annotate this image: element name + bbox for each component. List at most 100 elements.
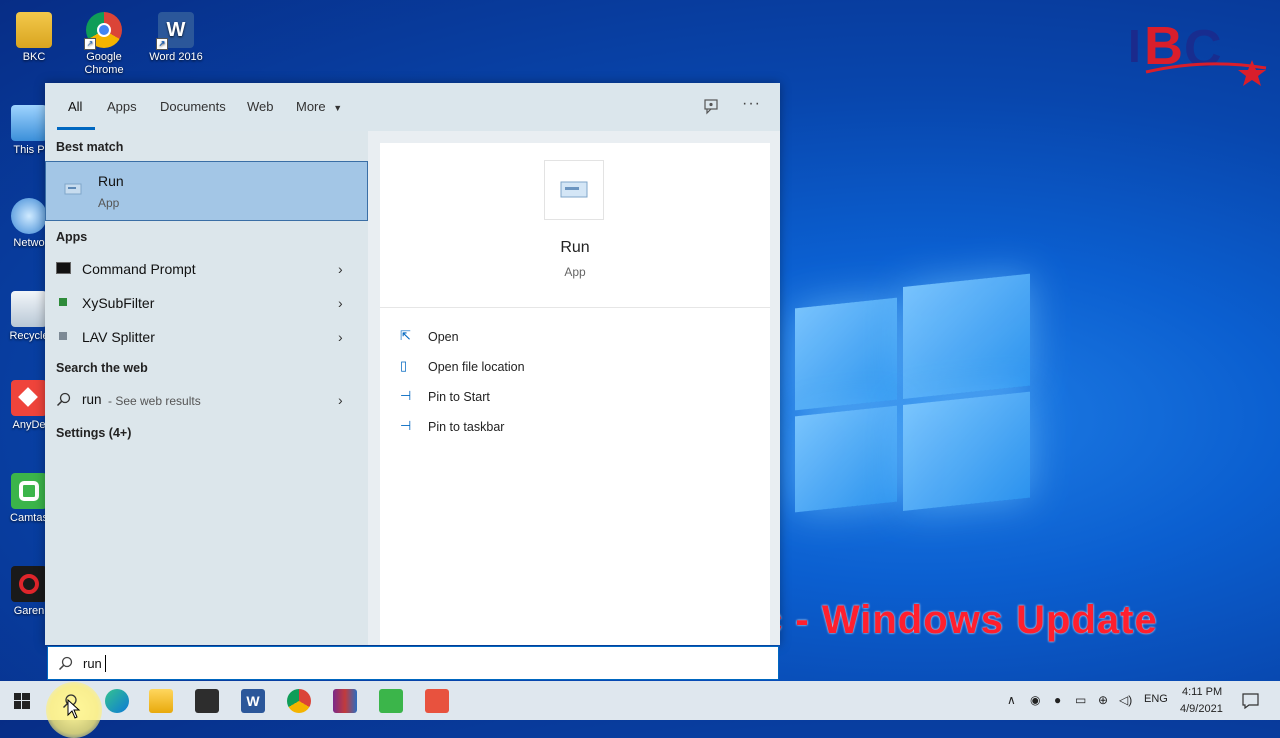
action-label: Open file location xyxy=(428,360,525,374)
best-match-run[interactable]: Run App xyxy=(45,161,368,221)
best-match-heading: Best match xyxy=(56,140,124,154)
xysubfilter-icon xyxy=(59,298,67,306)
microphone-icon[interactable]: ● xyxy=(1054,693,1061,707)
action-label: Open xyxy=(428,330,459,344)
clock-time[interactable]: 4:11 PM xyxy=(1182,686,1222,698)
result-lav-splitter[interactable]: LAV Splitter › xyxy=(45,321,368,353)
search-web-heading: Search the web xyxy=(56,361,148,375)
chevron-right-icon[interactable]: › xyxy=(338,329,343,345)
run-app-icon xyxy=(64,183,82,195)
word-icon[interactable]: W xyxy=(241,689,265,713)
desktop-icon-label: Camtas xyxy=(10,512,48,524)
battery-icon[interactable]: ▭ xyxy=(1075,693,1086,707)
search-icon xyxy=(58,656,73,671)
desktop-icon-label: This P xyxy=(13,144,45,156)
result-label: XySubFilter xyxy=(82,295,155,311)
anydesk-icon xyxy=(11,380,47,416)
desktop-icon-word[interactable]: W ↗ Word 2016 xyxy=(145,12,207,64)
web-result-suffix: - See web results xyxy=(108,394,201,408)
pin-icon: ⊣ xyxy=(400,418,412,433)
action-pin-to-start[interactable]: ⊣ Pin to Start xyxy=(400,386,650,412)
clock-date[interactable]: 4/9/2021 xyxy=(1180,703,1223,715)
caret-down-icon: ▼ xyxy=(333,103,343,113)
network-icon[interactable]: ⊕ xyxy=(1098,693,1108,707)
action-pin-to-taskbar[interactable]: ⊣ Pin to taskbar xyxy=(400,416,650,442)
notification-icon[interactable] xyxy=(1242,693,1259,709)
action-label: Pin to taskbar xyxy=(428,420,505,434)
web-result-term: run xyxy=(82,392,102,407)
action-open[interactable]: ⇱ Open xyxy=(400,326,650,352)
windows-start-icon[interactable] xyxy=(14,693,30,709)
meet-now-icon[interactable]: ◉ xyxy=(1030,693,1040,707)
store-icon[interactable] xyxy=(195,689,219,713)
result-xysubfilter[interactable]: XySubFilter › xyxy=(45,287,368,319)
desktop-icon-label: Word 2016 xyxy=(149,51,203,63)
file-explorer-icon[interactable] xyxy=(149,689,173,713)
desktop-icon-label: Netwo xyxy=(13,237,45,249)
garena-icon xyxy=(11,566,47,602)
settings-heading[interactable]: Settings (4+) xyxy=(56,426,131,440)
this-pc-icon xyxy=(11,105,47,141)
chevron-right-icon[interactable]: › xyxy=(338,261,343,277)
chrome-icon[interactable] xyxy=(287,689,311,713)
camtasia-recorder-icon[interactable] xyxy=(379,689,403,713)
tab-more[interactable]: More ▼ xyxy=(296,99,342,114)
chevron-right-icon[interactable]: › xyxy=(338,295,343,311)
language-indicator[interactable]: ENG xyxy=(1144,693,1168,705)
text-caret xyxy=(105,655,106,672)
more-options-icon[interactable]: ··· xyxy=(742,95,761,113)
result-label: LAV Splitter xyxy=(82,329,155,345)
open-icon: ⇱ xyxy=(400,328,411,343)
folder-location-icon: ▯ xyxy=(400,358,408,373)
lav-splitter-icon xyxy=(59,332,67,340)
desktop-icon-label: Recycle xyxy=(9,330,49,342)
best-match-title: Run xyxy=(98,173,124,189)
run-app-icon xyxy=(560,181,588,198)
svg-text:I: I xyxy=(1128,20,1141,72)
svg-text:C: C xyxy=(1184,20,1222,78)
chrome-icon: ↗ xyxy=(84,12,122,50)
action-open-file-location[interactable]: ▯ Open file location xyxy=(400,356,650,382)
camtasia-icon[interactable] xyxy=(425,689,449,713)
detail-divider xyxy=(380,307,770,308)
desktop-icon-bkc[interactable]: BKC xyxy=(3,12,65,64)
detail-pane: Run App ⇱ Open ▯ Open file location ⊣ Pi… xyxy=(380,143,770,645)
user-folder-icon xyxy=(16,12,52,48)
mouse-cursor-icon xyxy=(67,699,81,719)
desktop-icon-chrome[interactable]: ↗ Google Chrome xyxy=(73,12,135,77)
show-hidden-icons-icon[interactable]: ∧ xyxy=(1007,693,1016,707)
search-icon xyxy=(56,392,71,407)
desktop-icon-label: AnyDe xyxy=(12,419,46,431)
volume-icon[interactable]: ◁) xyxy=(1119,693,1132,707)
edge-icon[interactable] xyxy=(105,689,129,713)
chevron-right-icon[interactable]: › xyxy=(338,392,343,408)
desktop-icon-label: BKC xyxy=(22,51,46,63)
search-input[interactable]: run xyxy=(83,656,102,671)
result-label: Command Prompt xyxy=(82,261,196,277)
shortcut-arrow-icon: ↗ xyxy=(84,38,96,50)
winrar-icon[interactable] xyxy=(333,689,357,713)
shortcut-arrow-icon: ↗ xyxy=(156,38,168,50)
tab-web[interactable]: Web xyxy=(247,99,274,114)
windows-wallpaper-logo xyxy=(795,270,1030,535)
detail-title: Run xyxy=(560,239,590,256)
feedback-icon[interactable] xyxy=(703,98,720,115)
action-label: Pin to Start xyxy=(428,390,490,404)
recycle-bin-icon xyxy=(11,291,47,327)
search-tabs: All Apps Documents Web More ▼ ··· xyxy=(45,83,780,131)
search-box[interactable]: run xyxy=(47,646,779,680)
result-command-prompt[interactable]: Command Prompt › xyxy=(45,253,368,285)
web-result[interactable]: run - See web results › xyxy=(45,384,368,416)
channel-logo: I B C xyxy=(1128,16,1267,86)
word-icon: W ↗ xyxy=(156,12,194,50)
tab-apps[interactable]: Apps xyxy=(107,99,137,114)
command-prompt-icon xyxy=(56,262,71,274)
detail-app-tile xyxy=(544,160,604,220)
detail-subtitle: App xyxy=(564,265,586,279)
pin-icon: ⊣ xyxy=(400,388,412,403)
tab-all[interactable]: All xyxy=(68,99,82,114)
apps-heading: Apps xyxy=(56,230,88,244)
tab-documents[interactable]: Documents xyxy=(160,99,226,114)
taskbar: W ∧ ◉ ● ▭ ⊕ ◁) ENG 4:11 PM 4/9/2021 xyxy=(0,681,1280,738)
tab-more-label: More xyxy=(296,99,326,114)
